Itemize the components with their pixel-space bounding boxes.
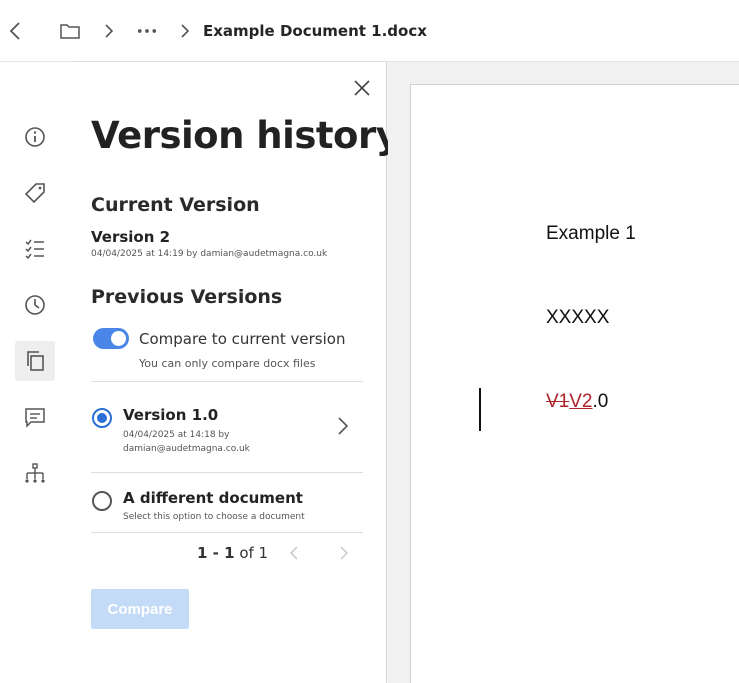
chevron-right-icon	[99, 21, 119, 41]
different-document-hint: Select this option to choose a document	[123, 512, 305, 522]
compare-hint: You can only compare docx files	[139, 357, 316, 370]
panel-title: Version history	[91, 114, 400, 157]
different-document-title[interactable]: A different document	[123, 489, 303, 507]
clock-icon[interactable]	[15, 285, 55, 325]
document-line: Example 1	[546, 223, 636, 244]
back-icon[interactable]	[5, 21, 25, 41]
deleted-text: V1	[546, 391, 570, 412]
tag-icon[interactable]	[15, 173, 55, 213]
side-rail	[0, 62, 70, 683]
current-version-label: Version 2	[91, 228, 171, 246]
compare-toggle-label: Compare to current version	[139, 330, 346, 348]
pager-text: 1 - 1 of 1	[197, 544, 268, 562]
info-icon[interactable]	[15, 117, 55, 157]
comment-icon[interactable]	[15, 397, 55, 437]
version-option-title[interactable]: Version 1.0	[123, 406, 218, 424]
chevron-right-icon	[175, 21, 195, 41]
chevron-right-icon[interactable]	[333, 414, 353, 438]
close-icon[interactable]	[351, 77, 373, 99]
different-document-radio[interactable]	[92, 491, 112, 511]
folder-icon[interactable]	[60, 21, 80, 41]
version-option-meta: 04/04/2025 at 14:18 by	[123, 430, 230, 440]
divider	[91, 532, 363, 533]
version-history-panel: Version history Current Version Version …	[70, 62, 400, 683]
pager-range: 1 - 1	[197, 544, 235, 562]
version-1-radio[interactable]	[92, 408, 112, 428]
toggle-knob	[111, 331, 126, 346]
change-bar	[479, 388, 481, 431]
more-icon[interactable]	[137, 21, 157, 41]
tracked-change-line: V1V2.0	[546, 391, 608, 413]
document-name[interactable]: Example Document 1.docx	[203, 22, 427, 40]
checklist-icon[interactable]	[15, 229, 55, 269]
current-version-heading: Current Version	[91, 194, 260, 216]
prev-page-icon[interactable]	[285, 542, 303, 564]
pager-total: of 1	[239, 544, 269, 562]
compare-button[interactable]: Compare	[91, 589, 189, 629]
version-option-meta: damian@audetmagna.co.uk	[123, 444, 250, 454]
current-version-meta: 04/04/2025 at 14:19 by damian@audetmagna…	[91, 249, 328, 259]
divider	[91, 472, 363, 473]
next-page-icon[interactable]	[335, 542, 353, 564]
top-bar: Example Document 1.docx	[0, 0, 739, 62]
inserted-text: V2	[569, 391, 593, 412]
compare-toggle[interactable]	[93, 328, 129, 349]
unchanged-text: .0	[592, 391, 609, 412]
document-line: XXXXX	[546, 307, 610, 328]
copy-icon[interactable]	[15, 341, 55, 381]
divider	[91, 381, 363, 382]
document-preview: Example 1 XXXXX V1V2.0	[388, 62, 739, 683]
hierarchy-icon[interactable]	[15, 453, 55, 493]
document-page: Example 1 XXXXX V1V2.0	[410, 84, 739, 683]
previous-versions-heading: Previous Versions	[91, 286, 283, 308]
